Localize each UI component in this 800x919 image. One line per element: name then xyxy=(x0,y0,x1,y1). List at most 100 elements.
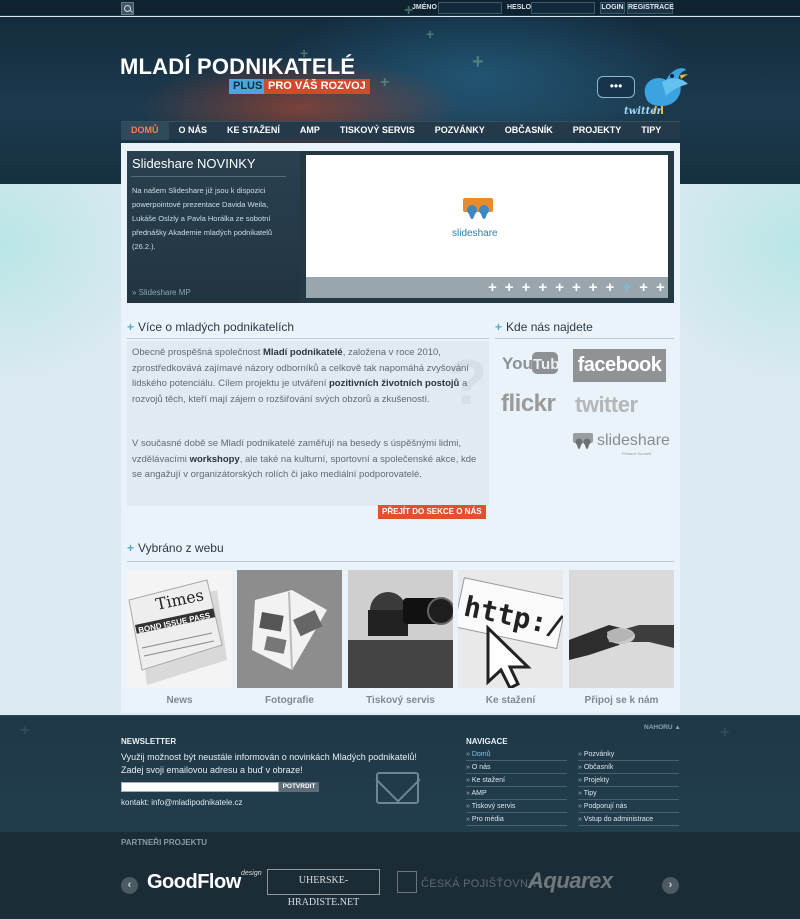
search-icon[interactable] xyxy=(121,2,134,15)
twitter-wordmark: twitter xyxy=(624,106,662,117)
nav-item-o-nas[interactable]: O NÁS xyxy=(169,122,218,140)
featured-more-link[interactable]: » Slideshare MP xyxy=(132,288,191,297)
footer-link-amp[interactable]: AMP xyxy=(466,787,567,800)
plus-decoration: + xyxy=(720,724,730,741)
footer-nav-column-2: Pozvánky Občasník Projekty Tipy Podporuj… xyxy=(578,748,679,826)
gallery-caption-news[interactable]: News xyxy=(127,695,232,706)
contact-email[interactable]: kontakt: info@mladipodnikatele.cz xyxy=(121,798,243,807)
slider-dot[interactable]: + xyxy=(555,279,564,296)
password-input[interactable] xyxy=(531,2,595,14)
partners-heading: PARTNEŘI PROJEKTU xyxy=(121,838,208,847)
slider-dot[interactable]: + xyxy=(522,279,531,296)
gallery-image-news[interactable]: Times BOND ISSUE PASS xyxy=(127,570,232,688)
footer-link-projekty[interactable]: Projekty xyxy=(578,774,679,787)
plus-decoration: + xyxy=(380,74,390,91)
slideshare-logo[interactable]: slideshare xyxy=(597,432,670,450)
divider xyxy=(127,561,674,562)
nav-item-obcasnik[interactable]: OBČASNÍK xyxy=(495,122,563,140)
logo-subtitle: PRO VÁŠ ROZVOJ xyxy=(264,79,370,94)
nav-item-tipy[interactable]: TIPY xyxy=(631,122,671,140)
where-heading: + Kde nás najdete xyxy=(495,320,593,334)
partners-next-arrow-icon[interactable]: › xyxy=(662,877,679,894)
slideshare-icon[interactable] xyxy=(572,432,594,454)
footer-nav-column-1: Domů O nás Ke stažení AMP Tiskový servis… xyxy=(466,748,567,826)
footer-link-podporuji-nas[interactable]: Podporují nás xyxy=(578,800,679,813)
slider-dot[interactable]: + xyxy=(656,279,665,296)
gallery-image-photos[interactable] xyxy=(237,570,342,688)
partner-goodflow-design: design xyxy=(241,870,262,877)
footer-link-o-nas[interactable]: O nás xyxy=(466,761,567,774)
divider xyxy=(131,176,286,177)
site-logo-title[interactable]: MLADÍ PODNIKATELÉ xyxy=(120,54,355,80)
partner-aquarex-logo[interactable]: Aquarex xyxy=(528,868,613,894)
partners-prev-arrow-icon[interactable]: ‹ xyxy=(121,877,138,894)
youtube-logo[interactable]: You Tube xyxy=(502,350,558,376)
login-button[interactable]: LOGIN xyxy=(600,2,625,14)
slider-dot[interactable]: + xyxy=(572,279,581,296)
top-bar xyxy=(0,0,800,16)
divider xyxy=(127,338,489,339)
gallery-caption-downloads[interactable]: Ke stažení xyxy=(458,695,563,706)
gallery-caption-join[interactable]: Připoj se k nám xyxy=(569,695,674,706)
slider-dot[interactable]: + xyxy=(538,279,547,296)
slideshare-logo-icon xyxy=(463,198,493,219)
facebook-logo[interactable]: facebook xyxy=(573,349,666,382)
gallery-image-downloads[interactable]: http:/ xyxy=(458,570,563,688)
flickr-logo[interactable]: flickr xyxy=(501,390,556,418)
footer-link-ke-stazeni[interactable]: Ke stažení xyxy=(466,774,567,787)
gallery-caption-photos[interactable]: Fotografie xyxy=(237,695,342,706)
name-label: JMÉNO xyxy=(412,4,437,11)
gallery-image-press[interactable] xyxy=(348,570,453,688)
nav-item-tiskovy-servis[interactable]: TISKOVÝ SERVIS xyxy=(330,122,425,140)
slider-dot[interactable]: + xyxy=(639,279,648,296)
svg-text:You: You xyxy=(502,354,533,373)
featured-text: Na našem Slideshare již jsou k dispozici… xyxy=(132,186,273,251)
plus-decoration: + xyxy=(20,722,30,739)
gallery-heading: + Vybráno z webu xyxy=(127,541,224,555)
slider-dot[interactable]: + xyxy=(589,279,598,296)
featured-title[interactable]: Slideshare NOVINKY xyxy=(132,156,256,171)
partner-ceska-pojistovna-icon xyxy=(397,871,417,893)
newsletter-submit-button[interactable]: POTVRDIT xyxy=(279,782,319,792)
about-section-button[interactable]: PŘEJÍT DO SEKCE O NÁS xyxy=(378,505,486,519)
nav-item-amp[interactable]: AMP xyxy=(290,122,330,140)
footer-link-pro-media[interactable]: Pro média xyxy=(466,813,567,826)
logo-plus-badge: PLUS xyxy=(229,79,267,94)
slider-dot[interactable]: + xyxy=(488,279,497,296)
register-button[interactable]: REGISTRACE xyxy=(627,2,674,14)
password-label: HESLO xyxy=(507,4,532,11)
newsletter-heading: NEWSLETTER xyxy=(121,737,177,746)
partner-goodflow-logo[interactable]: GoodFlow xyxy=(147,871,241,894)
footer-link-pozvanky[interactable]: Pozvánky xyxy=(578,748,679,761)
slider-dot[interactable]: + xyxy=(606,279,615,296)
gallery-caption-press[interactable]: Tiskový servis xyxy=(348,695,453,706)
footer-link-administrace[interactable]: Vstup do administrace xyxy=(578,813,679,826)
slideshare-tagline: Present Yourself xyxy=(622,451,652,456)
footer-link-tiskovy-servis[interactable]: Tiskový servis xyxy=(466,800,567,813)
nav-item-pozvanky[interactable]: POZVÁNKY xyxy=(425,122,495,140)
partner-uherske-hradiste-logo[interactable]: UHERSKE-HRADISTE.NET xyxy=(267,869,380,908)
plus-decoration: + xyxy=(426,26,435,42)
plus-decoration: + xyxy=(404,2,414,19)
about-paragraph-1: Obecně prospěšná společnost Mladí podnik… xyxy=(132,347,469,405)
footer-link-tipy[interactable]: Tipy xyxy=(578,787,679,800)
partner-ceska-pojistovna-logo[interactable]: ČESKÁ POJIŠŤOVNA xyxy=(421,878,536,890)
plus-decoration: + xyxy=(472,51,484,73)
slideshare-logo-text: slideshare xyxy=(452,228,498,239)
footer-link-domu[interactable]: Domů xyxy=(466,748,567,761)
back-to-top-link[interactable]: NAHORU ▲ xyxy=(644,724,681,731)
twitter-logo[interactable]: twitter xyxy=(575,392,638,418)
gallery-image-join[interactable] xyxy=(569,570,674,688)
twitter-speech-bubble[interactable]: ••• xyxy=(597,76,635,98)
envelope-icon xyxy=(376,772,419,804)
nav-item-domu[interactable]: DOMŮ xyxy=(121,122,169,140)
divider xyxy=(495,338,674,339)
nav-item-projekty[interactable]: PROJEKTY xyxy=(563,122,632,140)
newsletter-email-input[interactable] xyxy=(121,782,279,792)
footer-link-obcasnik[interactable]: Občasník xyxy=(578,761,679,774)
slider-dot[interactable]: + xyxy=(505,279,514,296)
name-input[interactable] xyxy=(438,2,502,14)
slider-dot[interactable]: + xyxy=(622,279,631,296)
nav-item-ke-stazeni[interactable]: KE STAŽENÍ xyxy=(217,122,290,140)
footer-nav-heading: NAVIGACE xyxy=(466,737,508,746)
